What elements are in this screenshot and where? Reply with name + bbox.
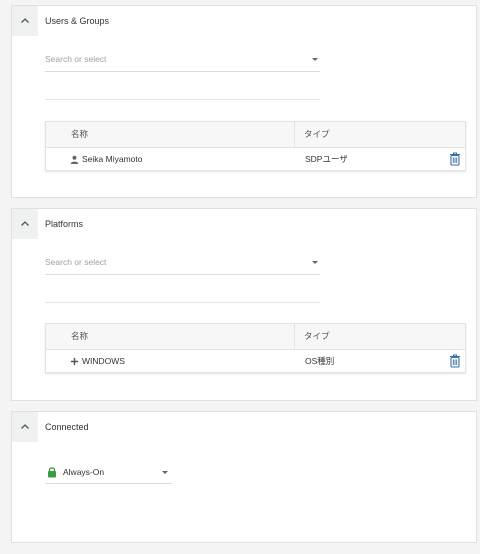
collapse-toggle[interactable]: [12, 412, 38, 442]
users-groups-header[interactable]: Users & Groups: [12, 6, 476, 36]
platforms-search-input[interactable]: Search or select: [45, 253, 320, 275]
connected-card: Connected Always-On: [11, 411, 477, 543]
column-divider: [294, 122, 295, 147]
row-name-cell: Seika Miyamoto: [70, 147, 142, 171]
chevron-up-icon: [21, 424, 29, 429]
delete-button[interactable]: [449, 354, 461, 368]
users-groups-card: Users & Groups Search or select 名称 タイプ S…: [11, 5, 477, 198]
table-header: 名称 タイプ: [46, 324, 465, 350]
column-header-type: タイプ: [304, 129, 330, 139]
person-icon: [70, 155, 79, 164]
table-row: WINDOWS OS種別: [46, 349, 465, 373]
plus-icon: [70, 357, 79, 365]
platforms-header[interactable]: Platforms: [12, 209, 476, 239]
trash-icon: [450, 354, 460, 368]
trash-icon: [450, 152, 460, 166]
search-placeholder: Search or select: [45, 54, 107, 64]
row-name-cell: WINDOWS: [70, 349, 125, 373]
section-title: Connected: [45, 422, 89, 432]
row-type: OS種別: [305, 356, 335, 366]
lock-icon: [48, 467, 56, 478]
chevron-up-icon: [21, 221, 29, 226]
section-title: Platforms: [45, 219, 84, 229]
dropdown-value: Always-On: [63, 467, 105, 477]
table-header: 名称 タイプ: [46, 122, 465, 148]
section-title: Users & Groups: [45, 16, 110, 26]
divider: [45, 99, 320, 100]
divider: [45, 302, 320, 303]
column-header-type: タイプ: [304, 331, 330, 341]
caret-down-icon[interactable]: [312, 261, 318, 264]
column-header-name: 名称: [71, 129, 89, 139]
users-search-input[interactable]: Search or select: [45, 50, 320, 72]
table-row: Seika Miyamoto SDPユーザ: [46, 147, 465, 171]
row-name: Seika Miyamoto: [82, 154, 143, 164]
users-table: 名称 タイプ Seika Miyamoto SDPユーザ: [45, 121, 466, 171]
row-type: SDPユーザ: [305, 154, 348, 164]
platforms-card: Platforms Search or select 名称 タイプ WINDOW…: [11, 208, 477, 401]
platforms-table: 名称 タイプ WINDOWS OS種別: [45, 323, 466, 373]
chevron-up-icon: [21, 18, 29, 23]
connection-mode-dropdown[interactable]: Always-On: [45, 462, 172, 484]
delete-button[interactable]: [449, 152, 461, 166]
caret-down-icon[interactable]: [162, 471, 168, 474]
collapse-toggle[interactable]: [12, 209, 38, 239]
caret-down-icon[interactable]: [312, 58, 318, 61]
column-divider: [294, 324, 295, 349]
search-placeholder: Search or select: [45, 257, 107, 267]
row-name: WINDOWS: [82, 356, 125, 366]
collapse-toggle[interactable]: [12, 6, 38, 36]
column-header-name: 名称: [71, 331, 89, 341]
connected-header[interactable]: Connected: [12, 412, 476, 442]
